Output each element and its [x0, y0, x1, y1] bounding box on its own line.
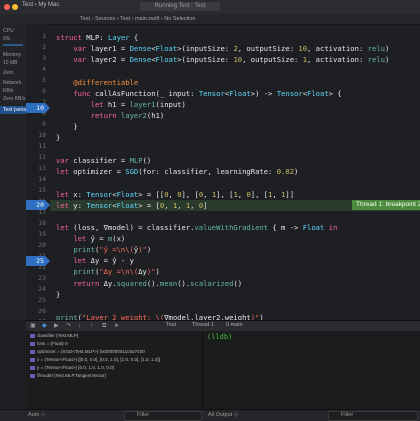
destination-name: My Mac: [38, 2, 60, 8]
variable-row[interactable]: loss = (Float) 0: [30, 341, 68, 346]
line-number[interactable]: 9: [42, 120, 46, 128]
variable-row[interactable]: x = (Tensor<Float>) [[0.0, 0.0], [0.0, 1…: [30, 357, 160, 362]
hide-debug-area-icon[interactable]: ▣: [30, 323, 36, 329]
code-line[interactable]: var layer2 = Dense<Float>(inputSize: 10,…: [56, 54, 389, 65]
code-line[interactable]: let ŷ = m(x): [56, 233, 125, 244]
gauge-cpu-value: 0%: [3, 36, 11, 42]
code-line[interactable]: let y: Tensor<Float> = [0, 1, 1, 0]: [56, 200, 207, 211]
line-number[interactable]: 10: [38, 131, 46, 139]
code-line[interactable]: let h1 = layer1(input): [56, 99, 186, 110]
code-line[interactable]: }: [56, 289, 60, 300]
cpu-gauge-bar: [3, 44, 23, 46]
gauge-network-label[interactable]: Network: [3, 80, 21, 86]
scheme-name: Test: [22, 2, 34, 8]
variable-row[interactable]: classifier (Test.MLP): [30, 333, 78, 338]
code-line[interactable]: return layer2(h1): [56, 110, 165, 121]
activity-status: Running Test : Test: [140, 2, 220, 11]
code-line[interactable]: let Δy = ŷ - y: [56, 255, 134, 266]
line-number[interactable]: 3: [42, 54, 46, 62]
variables-view[interactable]: classifier (Test.MLP) loss = (Float) 0 o…: [26, 331, 203, 409]
gauge-disk-value: Zero KB/s: [3, 96, 26, 102]
breakpoint-line-number: 10: [36, 104, 44, 112]
thread-breakpoint-badge: Thread 1: breakpoint 2.1: [352, 200, 420, 210]
gauge-memory-label[interactable]: Memory: [3, 52, 21, 58]
step-over-icon[interactable]: ↷: [66, 323, 72, 329]
minimize-window-button[interactable]: [12, 4, 18, 10]
line-number[interactable]: 20: [38, 241, 46, 249]
breakpoint-line-number: 20: [36, 201, 44, 209]
step-into-icon[interactable]: ↓: [78, 323, 84, 329]
breadcrumb: Test › Sources › Test › main.swift › No …: [80, 16, 196, 22]
breakpoint-marker[interactable]: 10: [26, 103, 50, 113]
close-window-button[interactable]: [4, 4, 10, 10]
code-line[interactable]: print("ŷ =\n\(ŷ)"): [56, 244, 151, 255]
breakpoint-line-number: 25: [36, 257, 44, 265]
debug-crumb-frame[interactable]: 0 main: [226, 322, 243, 328]
variable-row[interactable]: ∇model (Test.MLP.TangentVector): [30, 373, 106, 379]
line-number[interactable]: 13: [38, 164, 46, 172]
gauge-memory-value: 10 MB: [3, 60, 18, 66]
code-line[interactable]: return Δy.squared().mean().scalarized(): [56, 278, 242, 289]
code-line[interactable]: }: [56, 132, 60, 143]
gauge-network-value: KB/s: [3, 88, 14, 94]
line-number[interactable]: 18: [38, 219, 46, 227]
line-number[interactable]: 23: [38, 274, 46, 282]
debug-crumb-target[interactable]: Test: [166, 322, 176, 328]
breadcrumb-item[interactable]: No Selection: [164, 16, 195, 22]
line-number[interactable]: 24: [38, 285, 46, 293]
code-line-current[interactable]: let (loss, ∇model) = classifier.valueWit…: [56, 222, 337, 233]
all-output-selector[interactable]: All Output ◇: [208, 412, 238, 418]
line-number[interactable]: 2: [42, 43, 46, 51]
code-line[interactable]: let x: Tensor<Float> = [[0, 0], [0, 1], …: [56, 189, 294, 200]
location-icon[interactable]: ➤: [114, 323, 120, 329]
line-number[interactable]: 4: [42, 65, 46, 73]
source-editor[interactable]: struct MLP: Layer { var layer1 = Dense<F…: [56, 24, 420, 322]
breadcrumb-item[interactable]: Test: [80, 16, 90, 22]
code-line[interactable]: @differentiable: [56, 77, 138, 88]
breadcrumb-item[interactable]: main.swift: [135, 16, 159, 22]
line-number[interactable]: 26: [38, 307, 46, 315]
variable-row[interactable]: y = (Tensor<Float>) [0.0, 1.0, 1.0, 0.0]: [30, 365, 114, 370]
auto-variables-selector[interactable]: Auto ◇: [28, 412, 45, 418]
view-hierarchy-icon[interactable]: ⧉: [102, 323, 108, 329]
thread-label[interactable]: Test (serial): [3, 107, 29, 113]
line-number[interactable]: 11: [38, 142, 46, 150]
gauge-cpu-label[interactable]: CPU: [3, 28, 14, 34]
debug-console[interactable]: (lldb): [203, 331, 420, 409]
gauge-energy-value: Zero: [3, 70, 14, 76]
line-number[interactable]: 25: [38, 296, 46, 304]
scheme-selector[interactable]: Test › My Mac: [22, 2, 59, 8]
line-number[interactable]: 19: [38, 230, 46, 238]
variable-row[interactable]: optimizer = (SGD<Test.MLP>) 0x000000011c…: [30, 349, 145, 354]
code-line[interactable]: print("Δy =\n\(Δy)"): [56, 266, 160, 277]
breadcrumb-item[interactable]: Test: [120, 16, 130, 22]
code-line[interactable]: }: [56, 121, 77, 132]
window-toolbar: Test › My Mac Running Test : Test: [0, 0, 420, 15]
line-number[interactable]: 1: [42, 32, 46, 40]
continue-icon[interactable]: ▶: [54, 323, 60, 329]
line-number-gutter[interactable]: 1234567891011121314151617181920212223242…: [26, 24, 50, 348]
step-out-icon[interactable]: ↑: [90, 323, 96, 329]
debug-crumb-thread[interactable]: Thread 1: [192, 322, 214, 328]
code-line[interactable]: var layer1 = Dense<Float>(inputSize: 2, …: [56, 43, 389, 54]
code-line[interactable]: var classifier = MLP(): [56, 155, 151, 166]
line-number[interactable]: 15: [38, 186, 46, 194]
line-number[interactable]: 14: [38, 175, 46, 183]
code-line[interactable]: func callAsFunction(_ input: Tensor<Floa…: [56, 88, 341, 99]
code-line[interactable]: let optimizer = SGD(for: classifier, lea…: [56, 166, 298, 177]
console-filter-placeholder: Filter: [341, 412, 354, 418]
variables-filter-placeholder: Filter: [137, 412, 150, 418]
breadcrumb-item[interactable]: Sources: [95, 16, 115, 22]
breakpoints-toggle-icon[interactable]: ◆: [42, 323, 48, 329]
line-number[interactable]: 6: [42, 87, 46, 95]
debug-footer: Auto ◇ Filter All Output ◇ Filter: [0, 409, 420, 421]
lldb-prompt: (lldb): [207, 333, 233, 341]
debug-navigator: CPU 0% Memory 10 MB Zero Network KB/s Ze…: [0, 24, 29, 320]
breakpoint-marker[interactable]: 25: [26, 256, 50, 266]
breakpoint-marker[interactable]: 20: [26, 200, 50, 210]
line-number[interactable]: 5: [42, 76, 46, 84]
line-number[interactable]: 12: [38, 153, 46, 161]
code-line[interactable]: struct MLP: Layer {: [56, 32, 138, 43]
